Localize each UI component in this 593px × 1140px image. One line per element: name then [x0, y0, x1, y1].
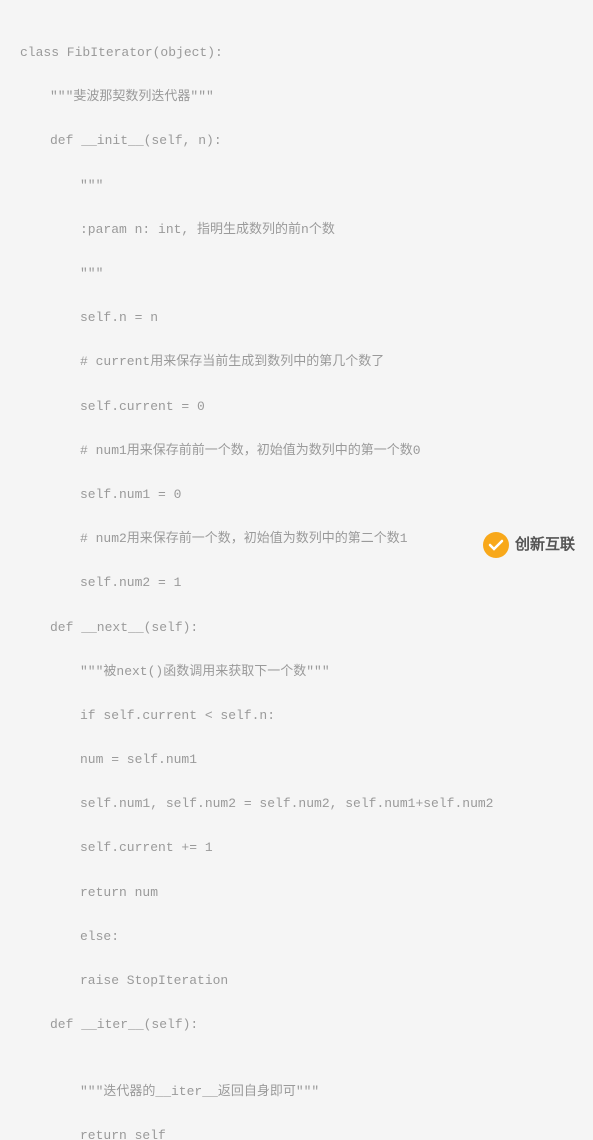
code-line: self.current = 0 [20, 396, 573, 418]
code-line: if self.current < self.n: [20, 705, 573, 727]
watermark: 创新互联 [483, 532, 575, 558]
code-line: """被next()函数调用来获取下一个数""" [20, 661, 573, 683]
code-line: self.current += 1 [20, 837, 573, 859]
code-line: class FibIterator(object): [20, 42, 573, 64]
code-line: self.n = n [20, 307, 573, 329]
code-line: :param n: int, 指明生成数列的前n个数 [20, 219, 573, 241]
code-line: def __iter__(self): [20, 1014, 573, 1036]
code-line: num = self.num1 [20, 749, 573, 771]
watermark-text: 创新互联 [515, 532, 575, 558]
code-line: """迭代器的__iter__返回自身即可""" [20, 1081, 573, 1103]
code-line: def __next__(self): [20, 617, 573, 639]
code-line: def __init__(self, n): [20, 130, 573, 152]
code-line: self.num1 = 0 [20, 484, 573, 506]
code-line: """斐波那契数列迭代器""" [20, 86, 573, 108]
code-line: raise StopIteration [20, 970, 573, 992]
code-line: """ [20, 175, 573, 197]
code-line: self.num2 = 1 [20, 572, 573, 594]
code-line: return self [20, 1125, 573, 1140]
code-line: self.num1, self.num2 = self.num2, self.n… [20, 793, 573, 815]
code-block: class FibIterator(object): """斐波那契数列迭代器"… [20, 20, 573, 1140]
code-line: else: [20, 926, 573, 948]
code-line: # num1用来保存前前一个数，初始值为数列中的第一个数0 [20, 440, 573, 462]
code-line: # current用来保存当前生成到数列中的第几个数了 [20, 351, 573, 373]
code-line: return num [20, 882, 573, 904]
watermark-logo-icon [483, 532, 509, 558]
code-line: """ [20, 263, 573, 285]
